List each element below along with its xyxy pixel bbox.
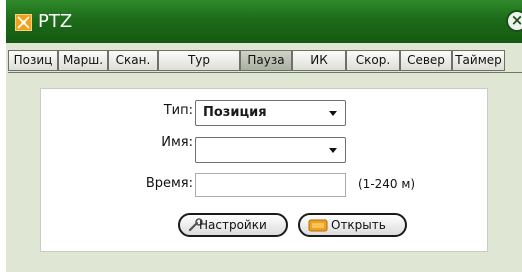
open-button[interactable]: Открыть bbox=[298, 213, 407, 237]
time-label: Время: bbox=[145, 176, 193, 191]
tab-timer[interactable]: Таймер bbox=[452, 50, 505, 71]
name-label: Имя: bbox=[161, 135, 193, 150]
tab-tour[interactable]: Тур bbox=[158, 50, 240, 71]
chevron-down-icon bbox=[329, 148, 337, 153]
window-title: PTZ bbox=[38, 11, 73, 32]
tab-speed[interactable]: Скор. bbox=[346, 50, 400, 71]
pause-settings-panel: Тип: Позиция Имя: Время: (1-240 м) Настр… bbox=[40, 88, 488, 252]
open-button-label: Открыть bbox=[331, 218, 386, 232]
folder-icon bbox=[308, 218, 328, 235]
time-range-hint: (1-240 м) bbox=[358, 177, 416, 191]
tab-pause[interactable]: Пауза bbox=[240, 50, 292, 71]
type-select-value: Позиция bbox=[203, 105, 267, 120]
tab-bar: Позиц Марш. Скан. Тур Пауза ИК Скор. Сев… bbox=[8, 50, 522, 73]
tab-north[interactable]: Север bbox=[400, 50, 452, 71]
ptz-window: PTZ × Позиц Марш. Скан. Тур Пауза ИК Ско… bbox=[6, 0, 522, 272]
close-button[interactable]: × bbox=[506, 10, 522, 32]
name-select[interactable] bbox=[195, 137, 346, 163]
chevron-down-icon bbox=[329, 111, 337, 116]
tab-scan[interactable]: Скан. bbox=[108, 50, 158, 71]
tab-position[interactable]: Позиц bbox=[8, 50, 58, 71]
tab-ir[interactable]: ИК bbox=[292, 50, 346, 71]
title-bar[interactable]: PTZ × bbox=[6, 0, 522, 43]
type-select[interactable]: Позиция bbox=[195, 100, 346, 126]
ptz-crosshair-icon bbox=[15, 14, 32, 31]
type-label: Тип: bbox=[163, 103, 193, 118]
tab-route[interactable]: Марш. bbox=[58, 50, 108, 71]
settings-button-label: Настройки bbox=[199, 218, 267, 232]
time-input[interactable] bbox=[195, 173, 346, 197]
settings-button[interactable]: Настройки bbox=[178, 213, 288, 237]
